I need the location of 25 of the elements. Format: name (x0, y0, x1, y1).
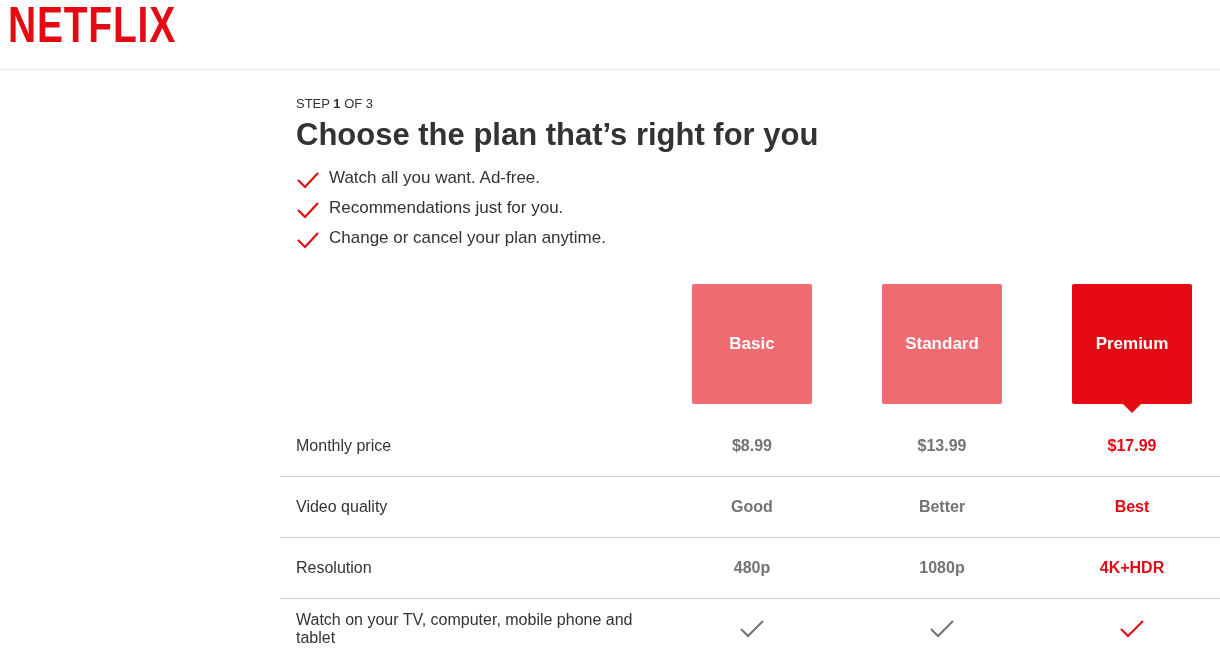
benefit-text: Watch all you want. Ad-free. (329, 168, 541, 188)
checkmark-icon (296, 231, 320, 249)
plan-value: $13.99 (917, 436, 967, 455)
plan-option[interactable]: Standard (882, 284, 1002, 404)
plan-value: 4K+HDR (1099, 559, 1165, 577)
plan-value: $8.99 (731, 436, 772, 455)
checkmark-icon (296, 171, 320, 189)
benefit-text: Change or cancel your plan anytime. (329, 228, 606, 248)
step-indicator: STEP 1 OF 3 (296, 96, 375, 111)
feature-label: Watch on your TV, computer, mobile phone and tablet (280, 598, 657, 659)
feature-label: Monthly price (295, 435, 393, 456)
pointer-icon (1123, 404, 1141, 413)
plan-value: Better (918, 498, 966, 516)
page-title: Choose the plan that’s right for you (296, 117, 820, 153)
plan-value: $17.99 (1107, 436, 1157, 455)
plan-option[interactable]: Basic (692, 284, 812, 404)
plan-value: Best (1114, 498, 1150, 516)
checkmark-icon (296, 201, 320, 219)
logo[interactable]: NETFLIX (8, 0, 176, 50)
plan-value: 1080p (919, 559, 965, 577)
feature-label: Resolution (280, 537, 657, 598)
plan-value: 480p (733, 559, 771, 577)
benefit-text: Recommendations just for you. (329, 198, 564, 218)
feature-label: Video quality (280, 476, 657, 537)
plan-value: Good (731, 498, 773, 516)
